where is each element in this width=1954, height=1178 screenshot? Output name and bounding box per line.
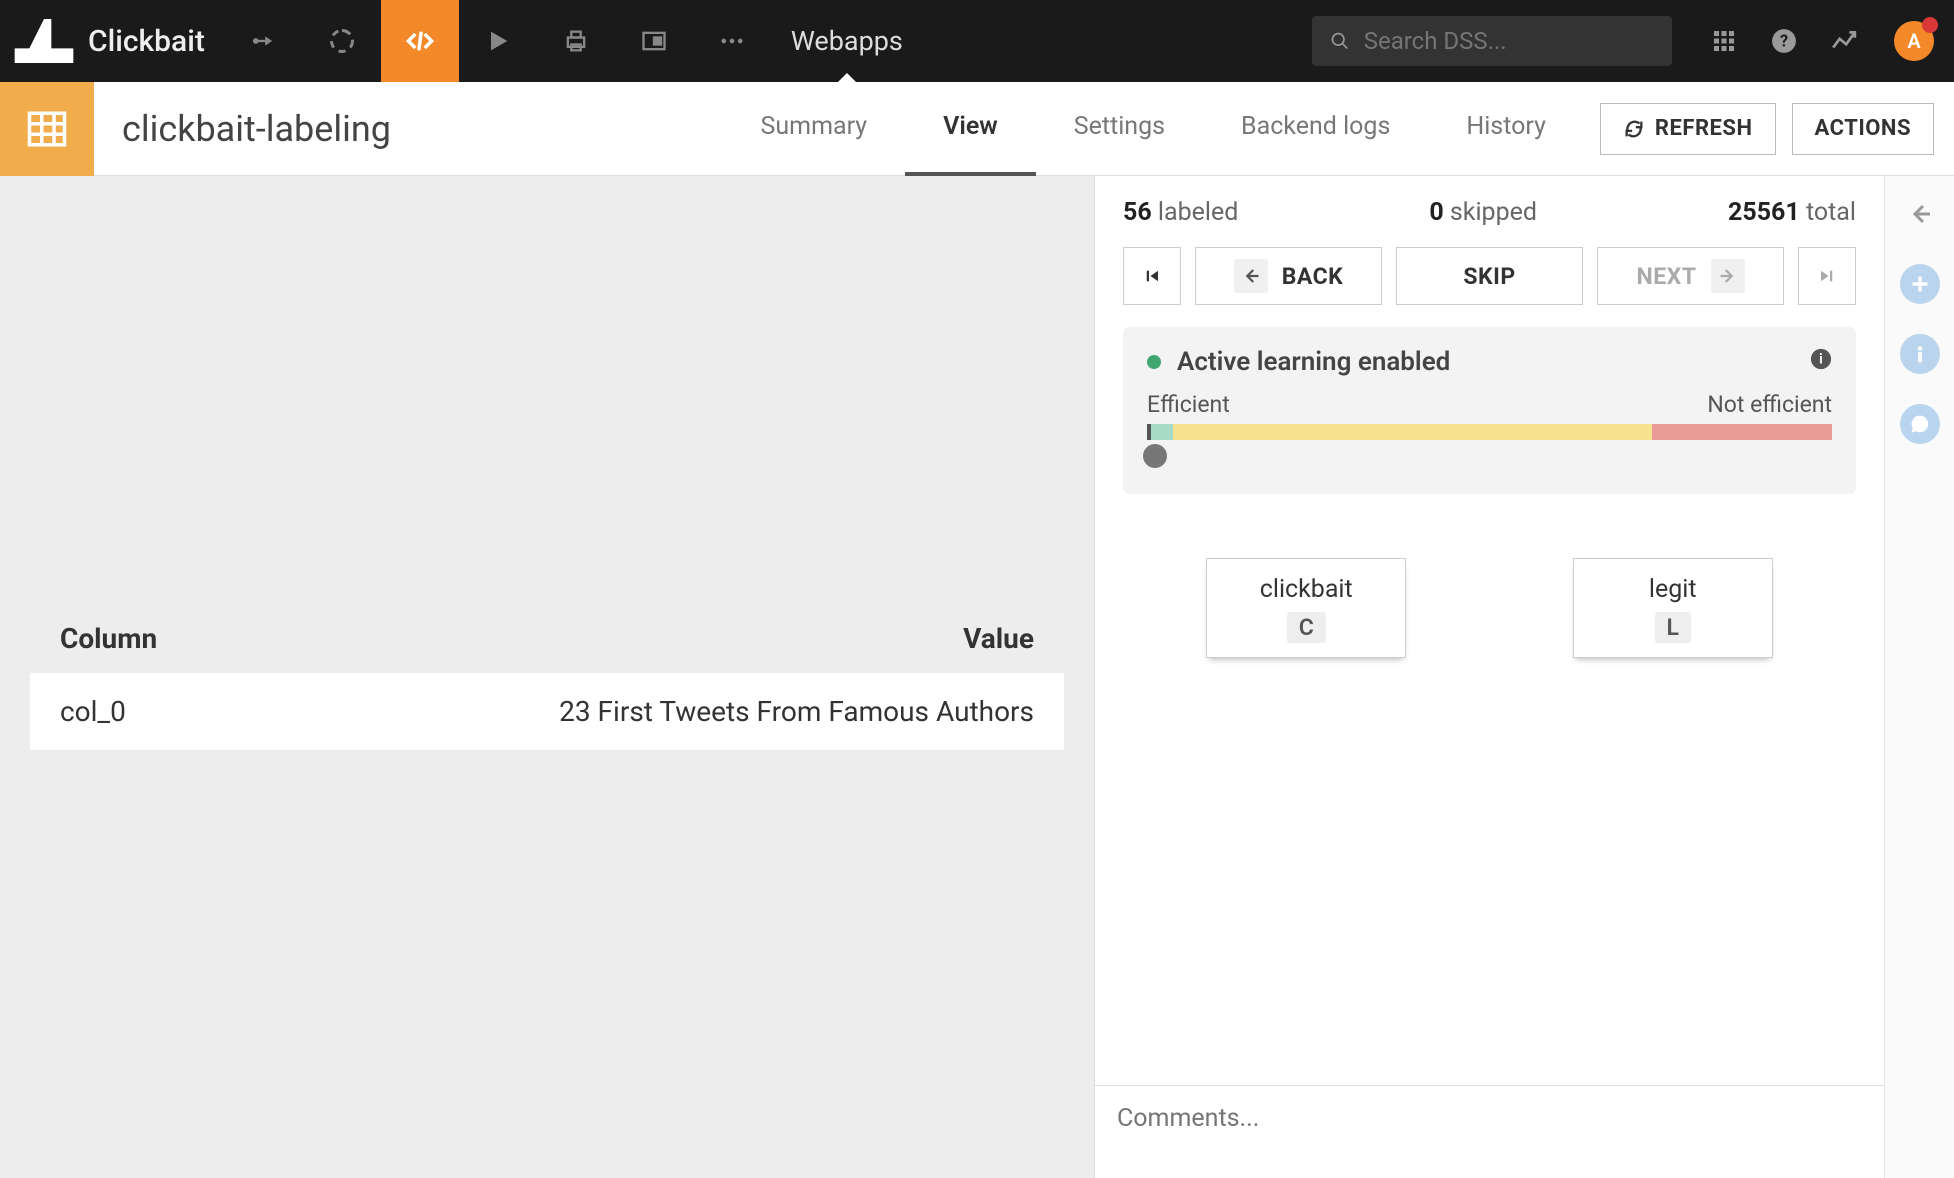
efficient-label: Efficient: [1147, 391, 1230, 418]
label-buttons: clickbait C legit L: [1095, 518, 1884, 698]
webapp-type-icon: [0, 82, 94, 176]
efficiency-bar: [1147, 424, 1832, 440]
dashboard-icon[interactable]: [615, 0, 693, 82]
chat-icon[interactable]: [1900, 404, 1940, 444]
status-dot-icon: [1147, 355, 1161, 369]
first-button[interactable]: [1123, 247, 1181, 305]
add-icon[interactable]: [1900, 264, 1940, 304]
cell-column: col_0: [60, 695, 260, 728]
skip-button[interactable]: SKIP: [1396, 247, 1583, 305]
activity-icon[interactable]: [1814, 0, 1874, 82]
tab-view[interactable]: View: [905, 82, 1036, 176]
tab-backend-logs[interactable]: Backend logs: [1203, 82, 1428, 176]
info-icon[interactable]: i: [1810, 347, 1832, 377]
user-avatar[interactable]: A: [1894, 21, 1934, 61]
circle-dashed-icon[interactable]: [303, 0, 381, 82]
svg-text:?: ?: [1780, 31, 1788, 50]
data-table: Column Value col_0 23 First Tweets From …: [30, 604, 1064, 750]
label-legit[interactable]: legit L: [1573, 558, 1773, 658]
help-icon[interactable]: ?: [1754, 0, 1814, 82]
refresh-icon: [1623, 118, 1645, 140]
data-panel: Column Value col_0 23 First Tweets From …: [0, 176, 1094, 1178]
last-button[interactable]: [1798, 247, 1856, 305]
total-count: 25561: [1728, 198, 1800, 227]
notification-dot: [1922, 17, 1938, 33]
tab-summary[interactable]: Summary: [723, 82, 906, 176]
more-icon[interactable]: [693, 0, 771, 82]
print-icon[interactable]: [537, 0, 615, 82]
apps-icon[interactable]: [1694, 0, 1754, 82]
code-icon[interactable]: [381, 0, 459, 82]
play-icon[interactable]: [459, 0, 537, 82]
active-learning-box: Active learning enabled i Efficient Not …: [1123, 327, 1856, 494]
search-input[interactable]: [1364, 27, 1654, 55]
not-efficient-label: Not efficient: [1707, 391, 1832, 418]
right-sidebar: [1884, 176, 1954, 1178]
search-box[interactable]: [1312, 16, 1672, 66]
svg-text:i: i: [1819, 352, 1823, 368]
tab-settings[interactable]: Settings: [1036, 82, 1203, 176]
nav-buttons: BACK SKIP NEXT: [1095, 247, 1884, 327]
project-name[interactable]: Clickbait: [88, 24, 225, 59]
next-button[interactable]: NEXT: [1597, 247, 1784, 305]
info-sidebar-icon[interactable]: [1900, 334, 1940, 374]
shortcut-key: C: [1287, 612, 1326, 643]
slider-knob[interactable]: [1143, 444, 1167, 468]
avatar-letter: A: [1907, 29, 1920, 53]
value-header: Value: [963, 622, 1034, 655]
label-clickbait[interactable]: clickbait C: [1206, 558, 1406, 658]
cell-value: 23 First Tweets From Famous Authors: [260, 695, 1034, 728]
stats-row: 56 labeled 0 skipped 25561 total: [1095, 198, 1884, 247]
back-button[interactable]: BACK: [1195, 247, 1382, 305]
page-header: clickbait-labeling Summary View Settings…: [0, 82, 1954, 176]
tab-history[interactable]: History: [1428, 82, 1584, 176]
arrow-right-icon: [1711, 259, 1745, 293]
labeling-panel: 56 labeled 0 skipped 25561 total BACK SK…: [1094, 176, 1884, 1178]
labeled-count: 56: [1123, 198, 1152, 227]
search-icon: [1330, 30, 1350, 52]
refresh-button[interactable]: REFRESH: [1600, 103, 1776, 155]
flow-icon[interactable]: [225, 0, 303, 82]
column-header: Column: [60, 622, 963, 655]
skipped-count: 0: [1429, 198, 1443, 227]
arrow-left-icon: [1234, 259, 1268, 293]
webapps-tab[interactable]: Webapps: [771, 0, 923, 82]
comments-input[interactable]: [1095, 1086, 1884, 1174]
page-tabs: Summary View Settings Backend logs Histo…: [723, 82, 1584, 176]
top-navbar: Clickbait Webapps ? A: [0, 0, 1954, 82]
active-learning-title: Active learning enabled: [1177, 347, 1450, 377]
dataiku-logo[interactable]: [0, 0, 88, 82]
collapse-icon[interactable]: [1900, 194, 1940, 234]
actions-button[interactable]: ACTIONS: [1792, 103, 1934, 155]
page-title: clickbait-labeling: [94, 108, 391, 150]
comments-area: [1095, 1085, 1884, 1178]
shortcut-key: L: [1655, 612, 1691, 643]
table-row: col_0 23 First Tweets From Famous Author…: [30, 673, 1064, 750]
